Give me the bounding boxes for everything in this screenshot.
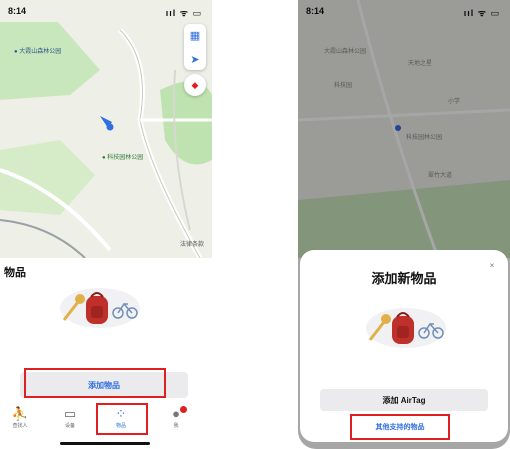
status-icons: ııl ᯤ ▭ bbox=[165, 8, 202, 18]
map-graphic bbox=[0, 0, 212, 258]
close-button[interactable]: × bbox=[486, 260, 498, 272]
tab-me[interactable]: ● 我 bbox=[156, 406, 196, 436]
backpack-icon bbox=[86, 292, 108, 324]
map-icon: ▦ bbox=[189, 29, 201, 42]
highlight-add-item bbox=[24, 368, 166, 398]
status-time: 8:14 bbox=[8, 6, 27, 16]
poi-name: 大霞山森林公园 bbox=[19, 49, 62, 55]
notification-badge bbox=[180, 406, 187, 413]
status-bar: 8:14 ııl ᯤ ▭ bbox=[0, 0, 212, 22]
map-view[interactable]: 8:14 ııl ᯤ ▭ ● 大霞山森林公园 ● 科技园林公园 ▦ ➤ ◆ 法律… bbox=[0, 0, 212, 258]
locate-button[interactable]: ➤ bbox=[184, 48, 206, 70]
tab-people[interactable]: ⛹ 查找人 bbox=[0, 406, 40, 436]
tab-devices-label: 设备 bbox=[64, 423, 75, 429]
add-item-sheet: 添加新物品 × 添加 AirTag 其他支持的物品 bbox=[300, 250, 508, 442]
add-item-sheet-screen: 8:14 ııl ᯤ ▭ 大霞山森林公园 天地之星 科技园 小学 科技园林公园 … bbox=[298, 0, 510, 449]
map-controls: ▦ ➤ bbox=[184, 24, 206, 70]
add-airtag-button[interactable]: 添加 AirTag bbox=[320, 389, 488, 411]
compass-icon: ◆ bbox=[191, 80, 199, 90]
location-arrow-icon: ➤ bbox=[190, 53, 200, 66]
poi-label[interactable]: ● 大霞山森林公园 bbox=[14, 46, 61, 55]
tab-devices[interactable]: ▭ 设备 bbox=[50, 406, 90, 436]
items-illustration-graphic bbox=[366, 308, 446, 348]
items-illustration bbox=[56, 286, 140, 330]
poi-pin-icon: ● bbox=[14, 49, 18, 55]
devices-icon: ▭ bbox=[63, 406, 77, 421]
poi-park-label[interactable]: ● 科技园林公园 bbox=[102, 152, 143, 161]
items-illustration-graphic bbox=[60, 288, 140, 328]
highlight-other-items bbox=[350, 414, 450, 440]
poi-park-name: 科技园林公园 bbox=[107, 155, 144, 161]
me-icon: ● bbox=[172, 406, 180, 421]
close-icon: × bbox=[489, 261, 495, 270]
home-indicator bbox=[60, 442, 150, 445]
legal-link[interactable]: 法律条款 bbox=[180, 239, 204, 248]
park-pin-icon: ● bbox=[102, 155, 106, 161]
tab-me-label: 我 bbox=[173, 423, 179, 429]
highlight-items-tab bbox=[96, 403, 148, 435]
find-my-items-screen: 8:14 ııl ᯤ ▭ ● 大霞山森林公园 ● 科技园林公园 ▦ ➤ ◆ 法律… bbox=[0, 0, 212, 449]
people-icon: ⛹ bbox=[11, 406, 29, 421]
items-illustration bbox=[362, 306, 446, 350]
sheet-title: 添加新物品 bbox=[371, 271, 437, 286]
tab-people-label: 查找人 bbox=[12, 423, 28, 429]
compass-button[interactable]: ◆ bbox=[184, 74, 206, 96]
section-title: 物品 bbox=[4, 267, 26, 279]
backpack-icon bbox=[392, 312, 414, 344]
map-mode-button[interactable]: ▦ bbox=[184, 24, 206, 46]
